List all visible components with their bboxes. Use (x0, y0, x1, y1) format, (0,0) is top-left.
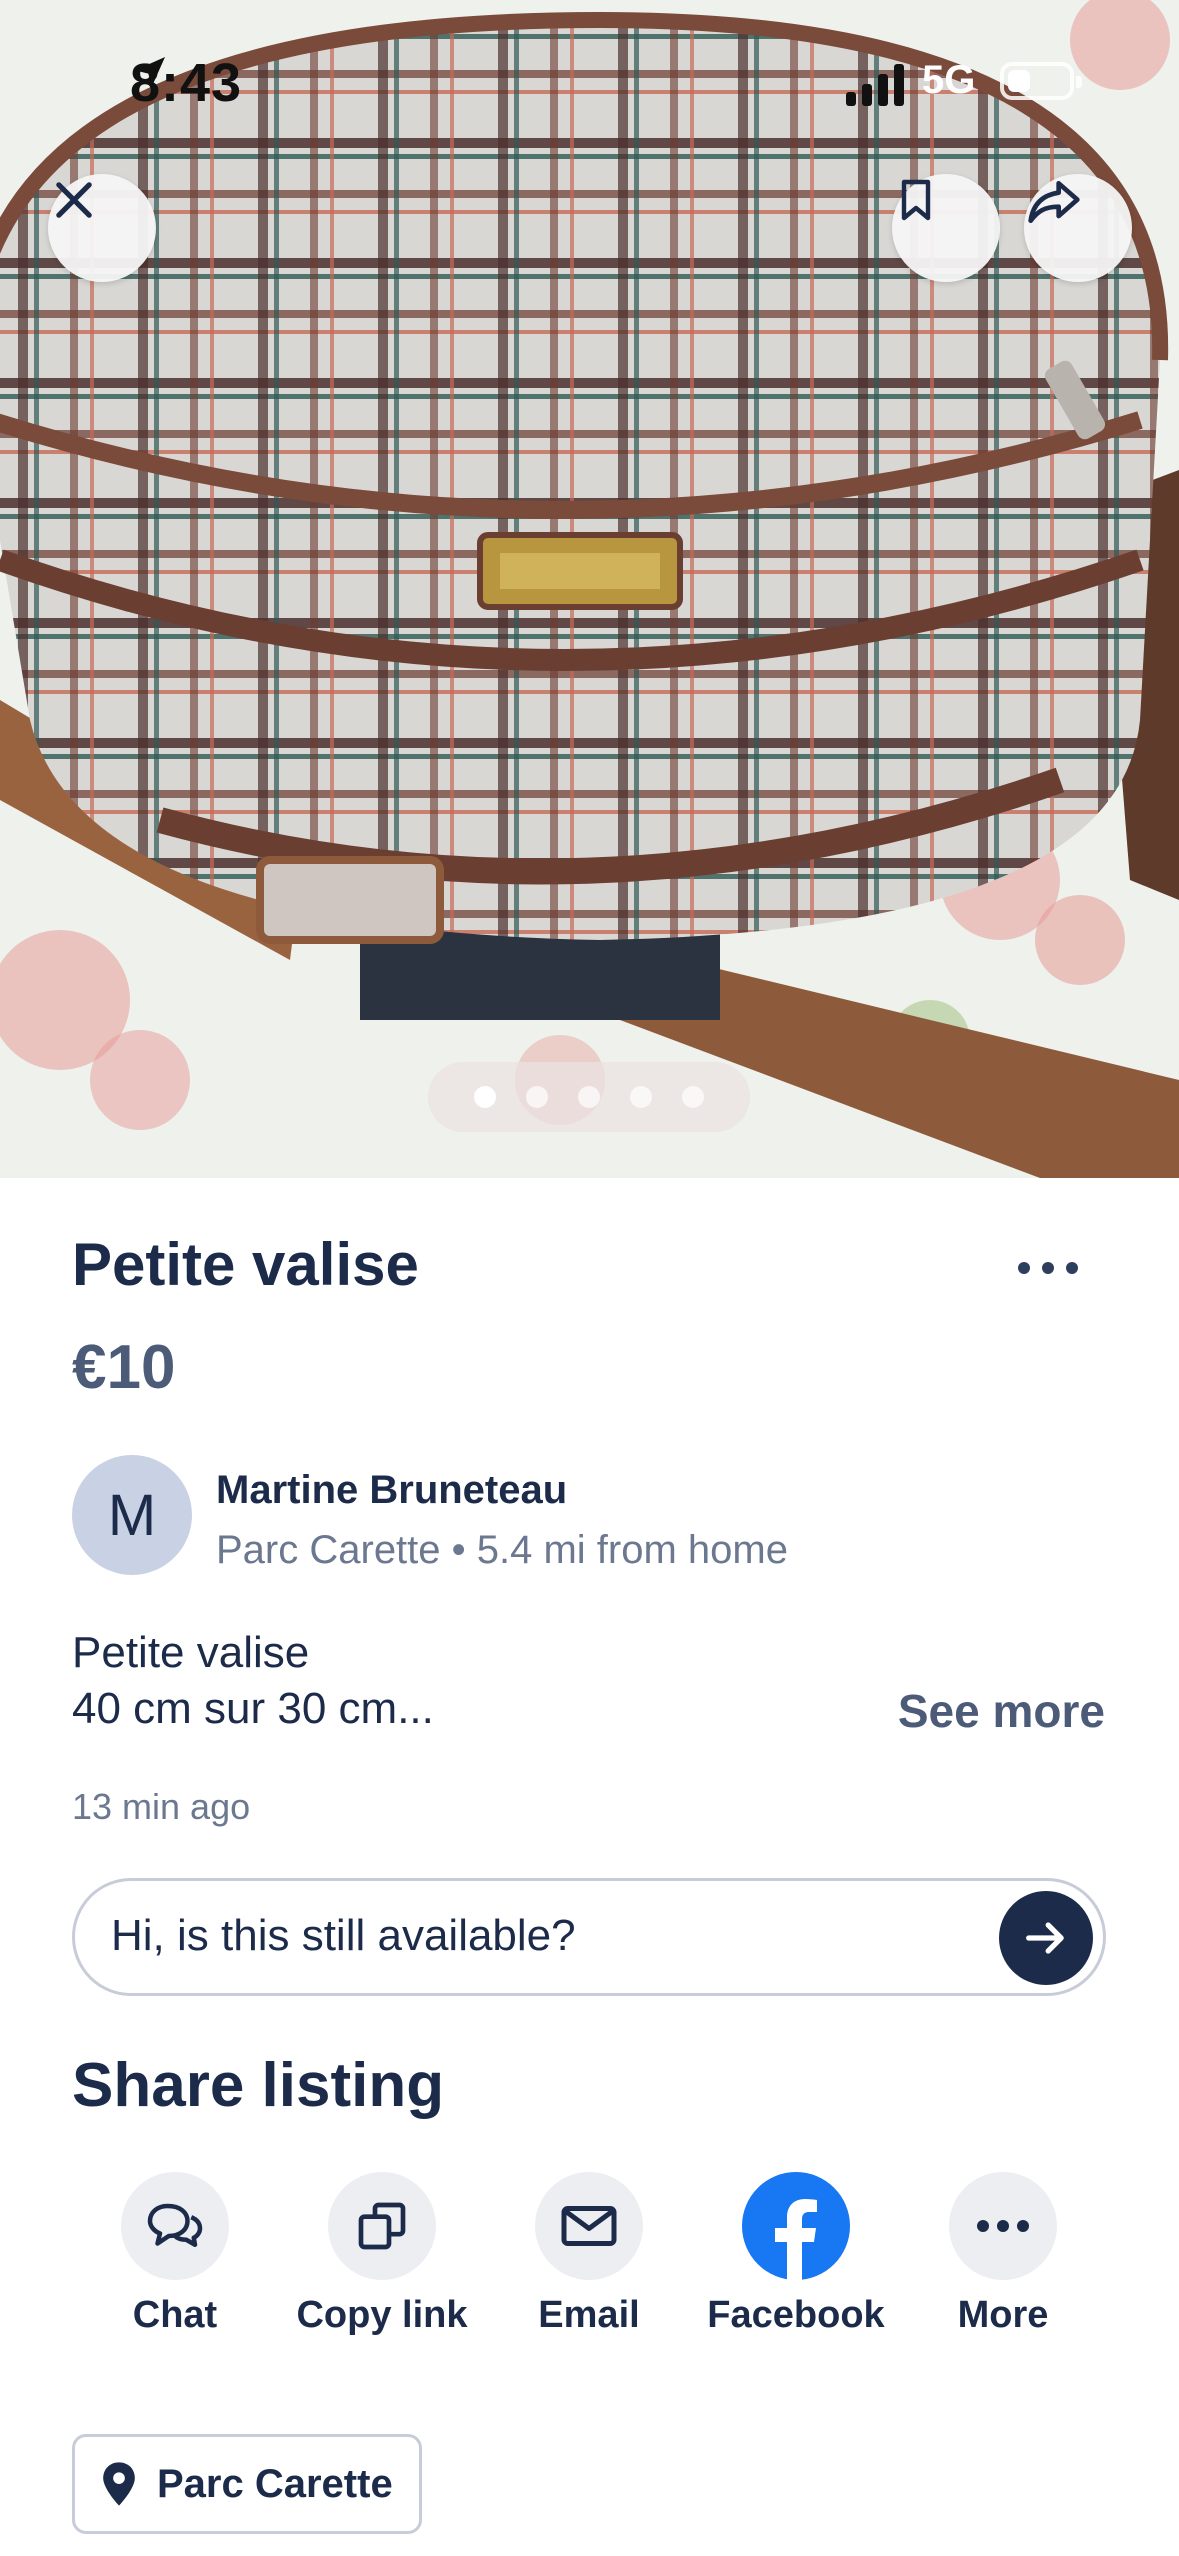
ellipsis-icon (949, 2172, 1057, 2280)
photo-carousel-indicator[interactable] (428, 1062, 750, 1132)
share-facebook-button[interactable]: Facebook (696, 2172, 896, 2337)
close-icon (56, 182, 92, 218)
share-copy-link-button[interactable]: Copy link (282, 2172, 482, 2337)
cellular-signal-icon (846, 62, 904, 106)
seller-avatar[interactable]: M (72, 1455, 192, 1575)
description-line-2: 40 cm sur 30 cm... (72, 1684, 434, 1733)
share-facebook-label: Facebook (707, 2294, 885, 2336)
bookmark-icon (901, 179, 931, 221)
map-pin-icon (103, 2462, 135, 2506)
battery-icon (1000, 62, 1082, 100)
description-line-1: Petite valise (72, 1628, 310, 1677)
share-more-label: More (957, 2294, 1049, 2336)
share-chat-label: Chat (132, 2294, 218, 2336)
ellipsis-icon (1018, 1262, 1030, 1274)
close-button[interactable] (48, 174, 156, 282)
arrow-right-icon (1026, 1922, 1064, 1954)
carousel-dot-2[interactable] (526, 1086, 548, 1108)
share-listing-heading: Share listing (72, 2051, 445, 2120)
seller-location: Parc Carette • 5.4 mi from home (216, 1528, 788, 1572)
network-type: 5G (922, 58, 976, 102)
save-button[interactable] (892, 174, 1000, 282)
carousel-dot-5[interactable] (682, 1086, 704, 1108)
copy-icon (328, 2172, 436, 2280)
send-button[interactable] (999, 1891, 1093, 1985)
see-more-link[interactable]: See more (898, 1684, 1105, 1738)
location-chip[interactable]: Parc Carette (72, 2434, 422, 2534)
carousel-dot-3[interactable] (578, 1086, 600, 1108)
status-time: 8:43 (130, 52, 242, 114)
share-button[interactable] (1024, 174, 1132, 282)
status-bar: 8:43 5G (0, 0, 1179, 150)
seller-name[interactable]: Martine Bruneteau (216, 1468, 567, 1513)
share-arrow-icon (1028, 181, 1080, 224)
more-options-button[interactable] (1018, 1262, 1078, 1274)
share-copy-link-label: Copy link (296, 2294, 468, 2336)
posted-time: 13 min ago (72, 1786, 251, 1827)
carousel-dot-1[interactable] (474, 1086, 496, 1108)
message-text[interactable]: Hi, is this still available? (111, 1911, 576, 1961)
share-more-button[interactable]: More (903, 2172, 1103, 2337)
location-arrow-icon (135, 57, 165, 87)
chat-bubbles-icon (121, 2172, 229, 2280)
share-chat-button[interactable]: Chat (75, 2172, 275, 2337)
listing-price: €10 (72, 1333, 176, 1402)
location-chip-label: Parc Carette (157, 2461, 393, 2506)
carousel-dot-4[interactable] (630, 1086, 652, 1108)
message-input[interactable]: Hi, is this still available? (72, 1878, 1106, 1996)
suitcase-photo-image (0, 0, 1179, 1178)
facebook-icon (742, 2172, 850, 2280)
share-email-label: Email (538, 2294, 640, 2336)
listing-title: Petite valise (72, 1231, 419, 1298)
listing-photo[interactable]: 8:43 5G (0, 0, 1179, 1178)
share-email-button[interactable]: Email (489, 2172, 689, 2337)
envelope-icon (535, 2172, 643, 2280)
